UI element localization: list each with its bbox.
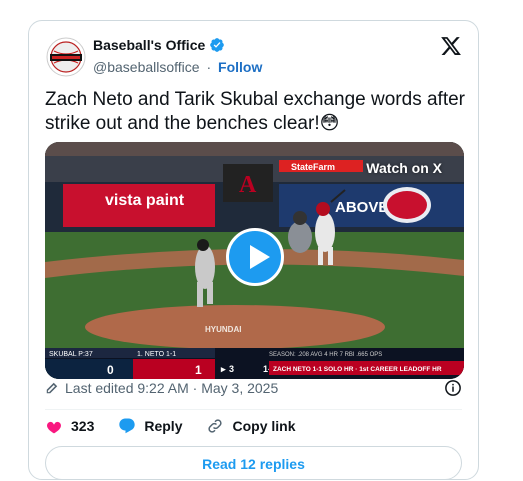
x-logo-icon[interactable] (440, 35, 462, 57)
reply-button[interactable]: Reply (118, 417, 182, 435)
bottom-line: ZACH NETO 1-1 SOLO HR · 1st CAREER LEADO… (273, 366, 442, 373)
copy-link-button[interactable]: Copy link (206, 417, 296, 435)
tweet-text: Zach Neto and Tarik Skubal exchange word… (45, 89, 465, 134)
edit-info-row[interactable]: Last edited 9:22 AM · May 3, 2025 (45, 380, 278, 396)
svg-text:StateFarm: StateFarm (291, 162, 335, 172)
verified-badge-icon (210, 38, 225, 52)
above-banner-text: ABOVE (335, 199, 388, 216)
separator: · (206, 59, 212, 75)
svg-text:▸: ▸ (220, 364, 226, 374)
account-name-row[interactable]: Baseball's Office (93, 37, 225, 53)
speech-bubble-icon (119, 418, 136, 434)
reply-label: Reply (144, 418, 183, 434)
pitcher-label: SKUBAL P:37 (49, 351, 93, 358)
pencil-icon (46, 382, 58, 394)
batter-label: 1. NETO 1-1 (137, 351, 176, 358)
copy-link-label: Copy link (232, 418, 296, 434)
avatar[interactable] (46, 37, 86, 77)
info-icon[interactable] (444, 379, 462, 397)
inning: 3 (229, 364, 234, 374)
like-button[interactable]: 323 (45, 417, 94, 435)
watch-on-x-label[interactable]: Watch on X (366, 160, 442, 176)
like-count: 323 (71, 418, 95, 434)
away-score: 0 (107, 363, 114, 377)
link-icon (208, 419, 223, 433)
action-bar: 323 Reply Copy link (45, 417, 320, 435)
play-button[interactable] (226, 228, 284, 286)
handle[interactable]: @baseballsoffice (93, 59, 200, 75)
divider (45, 409, 462, 410)
follow-button[interactable]: Follow (218, 59, 262, 75)
heart-icon (47, 421, 61, 434)
vista-paint-text: vista paint (105, 192, 185, 209)
svg-text:A: A (239, 172, 257, 198)
handle-row: @baseballsoffice · Follow (93, 59, 262, 75)
tweet-card: Baseball's Office @baseballsoffice · Fol… (28, 20, 479, 480)
edited-timestamp[interactable]: Last edited 9:22 AM · May 3, 2025 (65, 380, 278, 396)
home-score: 1 (195, 363, 202, 377)
video-player[interactable]: vista paint A StateFarm ABOVE HYUNDAI SK… (45, 142, 464, 379)
read-replies-button[interactable]: Read 12 replies (45, 446, 462, 480)
svg-text:HYUNDAI: HYUNDAI (205, 325, 241, 334)
season-line: SEASON: .208 AVG 4 HR 7 RBI .665 OPS (269, 352, 382, 358)
display-name[interactable]: Baseball's Office (93, 37, 205, 53)
